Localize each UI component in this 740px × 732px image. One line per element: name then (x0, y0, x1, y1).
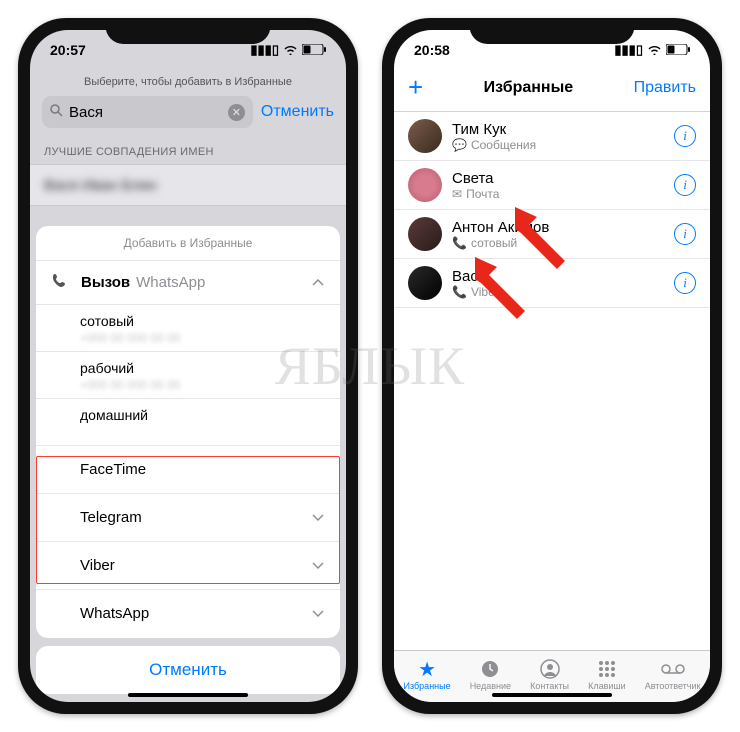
grid-icon (597, 658, 617, 680)
star-icon: ★ (418, 658, 436, 680)
notch (470, 18, 635, 44)
add-button[interactable]: + (408, 72, 423, 103)
status-time: 20:57 (50, 42, 86, 58)
tab-contacts[interactable]: Контакты (530, 658, 569, 691)
mail-icon: ✉︎ (452, 187, 462, 201)
contact-name: Тим Кук (452, 121, 664, 138)
message-icon: 💬 (452, 138, 467, 152)
avatar (408, 168, 442, 202)
sheet-title: Добавить в Избранные (36, 226, 340, 261)
home-indicator[interactable] (492, 693, 612, 697)
wifi-icon (647, 43, 662, 58)
nav-bar: + Избранные Править (394, 70, 710, 112)
search-input[interactable]: Вася ✕ (42, 96, 253, 128)
avatar (408, 266, 442, 300)
favorite-row[interactable]: Света ✉︎Почта i (394, 161, 710, 210)
sheet-cancel-button[interactable]: Отменить (36, 646, 340, 694)
status-time: 20:58 (414, 42, 450, 58)
battery-icon (666, 43, 690, 58)
notch (106, 18, 271, 44)
page-title: Избранные (484, 79, 574, 97)
home-indicator[interactable] (128, 693, 248, 697)
edit-button[interactable]: Править (634, 79, 696, 97)
phone-icon: 📞 (452, 285, 467, 299)
battery-icon (302, 43, 326, 58)
wifi-icon (283, 43, 298, 58)
clock-icon (480, 658, 500, 680)
info-button[interactable]: i (674, 223, 696, 245)
person-icon (540, 658, 560, 680)
phone-type-row[interactable]: рабочий+000 00 000 00 00 (36, 352, 340, 399)
avatar (408, 217, 442, 251)
info-button[interactable]: i (674, 125, 696, 147)
call-service: WhatsApp (136, 274, 205, 291)
tab-voicemail[interactable]: Автоответчик (645, 658, 701, 691)
tab-keypad[interactable]: Клавиши (588, 658, 626, 691)
phone-frame-left: 20:57 ▮▮▮▯ Выберите, чтобы добавить в Из… (18, 18, 358, 714)
clear-search-button[interactable]: ✕ (228, 104, 245, 121)
favorites-list: Тим Кук 💬Сообщения i Света ✉︎Почта i (394, 112, 710, 650)
service-row-whatsapp[interactable]: WhatsApp (36, 590, 340, 637)
phone-type-row[interactable]: домашний (36, 399, 340, 446)
info-button[interactable]: i (674, 174, 696, 196)
cancel-link[interactable]: Отменить (261, 103, 334, 121)
signal-icon: ▮▮▮▯ (250, 42, 279, 58)
phone-frame-right: 20:58 ▮▮▮▯ + Избранные Править (382, 18, 722, 714)
action-sheet: Добавить в Избранные Вызов WhatsApp сото… (36, 226, 340, 694)
service-row-facetime[interactable]: FaceTime (36, 446, 340, 494)
signal-icon: ▮▮▮▯ (614, 42, 643, 58)
call-header-row[interactable]: Вызов WhatsApp (36, 261, 340, 305)
search-value: Вася (69, 104, 222, 121)
tab-recents[interactable]: Недавние (470, 658, 511, 691)
picker-hint: Выберите, чтобы добавить в Избранные (30, 70, 346, 96)
favorite-row[interactable]: Тим Кук 💬Сообщения i (394, 112, 710, 161)
screen-left: 20:57 ▮▮▮▯ Выберите, чтобы добавить в Из… (30, 30, 346, 702)
annotation-arrow (469, 255, 539, 325)
info-button[interactable]: i (674, 272, 696, 294)
status-icons: ▮▮▮▯ (250, 42, 326, 58)
search-result-row[interactable]: Вася Иван Блин (30, 164, 346, 206)
call-label: Вызов (81, 274, 130, 291)
service-row-telegram[interactable]: Telegram (36, 494, 340, 542)
avatar (408, 119, 442, 153)
chevron-down-icon (312, 606, 324, 621)
phone-icon (52, 273, 67, 292)
screen-right: 20:58 ▮▮▮▯ + Избранные Править (394, 30, 710, 702)
section-header: ЛУЧШИЕ СОВПАДЕНИЯ ИМЕН (30, 136, 346, 164)
contact-name: Света (452, 170, 664, 187)
service-row-viber[interactable]: Viber (36, 542, 340, 590)
status-icons: ▮▮▮▯ (614, 42, 690, 58)
phone-icon: 📞 (452, 236, 467, 250)
chevron-down-icon (312, 510, 324, 525)
search-icon (50, 104, 63, 120)
tab-favorites[interactable]: ★Избранные (404, 658, 451, 691)
chevron-up-icon (312, 274, 324, 292)
phone-type-row[interactable]: сотовый+000 00 000 00 00 (36, 305, 340, 352)
chevron-down-icon (312, 558, 324, 573)
voicemail-icon (661, 658, 685, 680)
